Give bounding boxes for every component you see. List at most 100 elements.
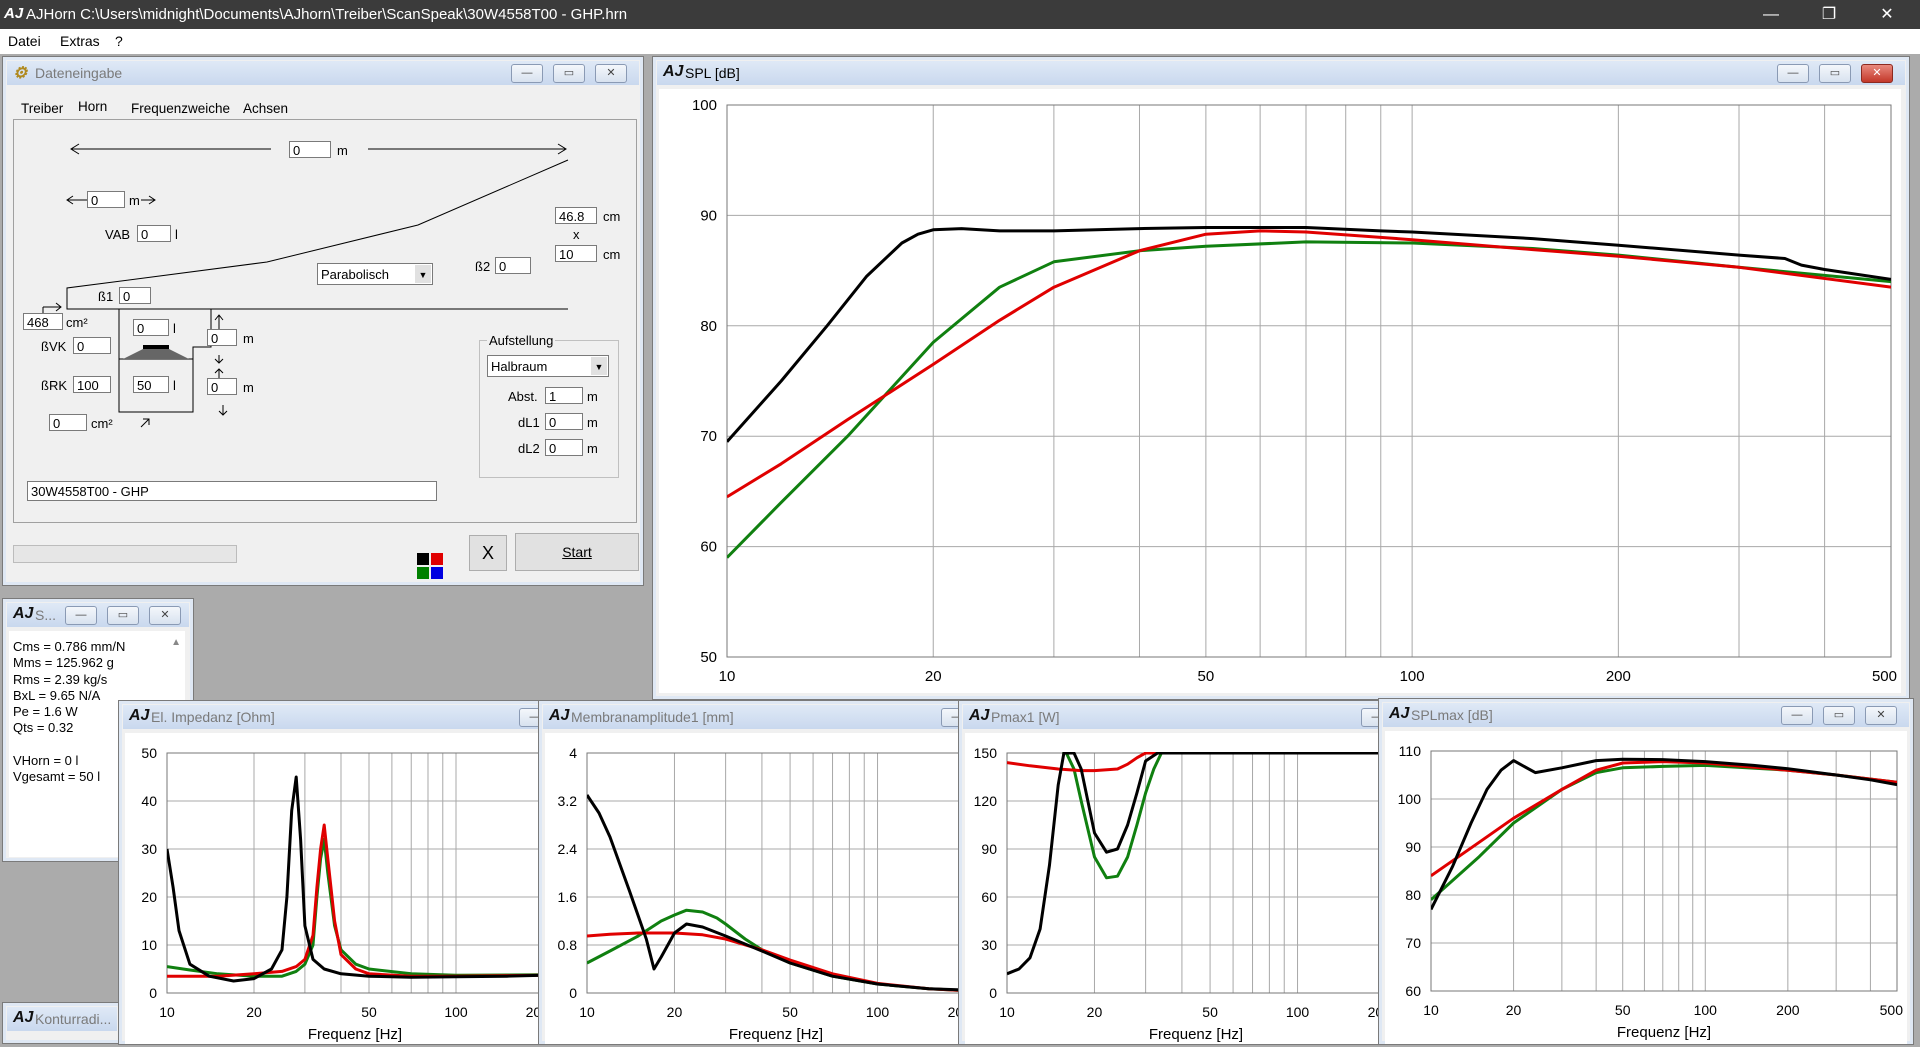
y-tick-label: 40 bbox=[141, 793, 157, 809]
impedance-window-titlebar: AJ El. Impedanz [Ohm] — bbox=[123, 705, 551, 729]
param-line: Cms = 0.786 mm/N bbox=[13, 639, 126, 654]
port-area-input[interactable]: 0 bbox=[49, 414, 87, 431]
chevron-down-icon[interactable]: ▼ bbox=[591, 357, 607, 375]
y-tick-label: 0 bbox=[149, 985, 157, 1001]
bvk-input[interactable]: 0 bbox=[73, 337, 111, 354]
abst-input[interactable]: 1 bbox=[545, 387, 583, 404]
input-window: ⚙ Dateneingabe — ▭ ✕ Treiber Horn Freque… bbox=[2, 56, 644, 586]
x-axis-label: Frequenz [Hz] bbox=[1149, 1026, 1243, 1043]
mouth-width-input[interactable]: 46.8 bbox=[555, 207, 597, 224]
splmax-plot-area: 60 70 80 90 100 110 10 20 50 100 200 500 Frequenz [H… bbox=[1385, 731, 1907, 1044]
y-tick-label: 30 bbox=[141, 841, 157, 857]
dl2-input[interactable]: 0 bbox=[545, 439, 583, 456]
series-line bbox=[1431, 763, 1897, 901]
series-line bbox=[167, 823, 543, 978]
spl-maximize-button[interactable]: ▭ bbox=[1819, 64, 1851, 83]
vrk-unit: l bbox=[173, 378, 176, 393]
param-line: Rms = 2.39 kg/s bbox=[13, 671, 108, 687]
y-tick-label: 50 bbox=[700, 649, 717, 666]
app-title: AJHorn C:\Users\midnight\Documents\AJhor… bbox=[26, 6, 628, 23]
params-maximize-button[interactable]: ▭ bbox=[107, 606, 139, 625]
y-tick-label: 0 bbox=[989, 985, 997, 1001]
vab-input[interactable]: 0 bbox=[137, 225, 171, 242]
y-tick-label: 2.4 bbox=[558, 841, 578, 857]
x-tick-label: 100 bbox=[444, 1004, 468, 1020]
vk-unit: l bbox=[173, 321, 176, 336]
times-sign: x bbox=[573, 227, 580, 242]
brk-label: ßRK bbox=[41, 378, 67, 393]
spl-close-button[interactable]: ✕ bbox=[1861, 64, 1893, 83]
params-close-button[interactable]: ✕ bbox=[149, 606, 181, 625]
spl-minimize-button[interactable]: — bbox=[1777, 64, 1809, 83]
throat-area-input[interactable]: 468 bbox=[23, 313, 63, 330]
start-button[interactable]: Start bbox=[515, 533, 639, 571]
x-tick-label: 50 bbox=[782, 1004, 798, 1020]
x-tick-label: 20 bbox=[1087, 1004, 1103, 1020]
d2-input[interactable]: 0 bbox=[207, 378, 237, 395]
membrane-plot-area: 00.81.62.43.24102050100200Frequenz [Hz] bbox=[545, 733, 971, 1044]
menu-datei[interactable]: Datei bbox=[8, 33, 41, 49]
mouth-height-unit: cm bbox=[603, 247, 621, 262]
contour-window: AJ Konturradi... bbox=[2, 1002, 122, 1044]
pmax-chart: 0306090120150102050100200Frequenz [Hz] bbox=[974, 745, 1392, 1043]
small-length-unit: m bbox=[129, 193, 140, 208]
mouth-height-input[interactable]: 10 bbox=[555, 245, 597, 262]
series-line bbox=[587, 908, 965, 993]
y-tick-label: 60 bbox=[1405, 983, 1421, 999]
b2-input[interactable]: 0 bbox=[495, 257, 531, 274]
y-tick-label: 110 bbox=[1399, 743, 1422, 759]
y-tick-label: 70 bbox=[700, 428, 717, 445]
spl-window: AJ SPL [dB] — ▭ ✕ 50 60 70 80 90 100 10 20 50 100… bbox=[652, 56, 1910, 709]
x-tick-label: 50 bbox=[1198, 668, 1215, 685]
length-input[interactable]: 0 bbox=[289, 141, 331, 158]
splmax-close-button[interactable]: ✕ bbox=[1865, 706, 1897, 725]
mouth-width-unit: cm bbox=[603, 209, 621, 224]
pmax-window-titlebar: AJ Pmax1 [W] — bbox=[963, 705, 1393, 729]
x-axis-label: Frequenz [Hz] bbox=[308, 1026, 402, 1043]
x-tick-label: 100 bbox=[866, 1004, 890, 1020]
setup-value: Halbraum bbox=[491, 359, 548, 374]
y-tick-label: 120 bbox=[974, 793, 998, 809]
vk-input[interactable]: 0 bbox=[133, 319, 169, 336]
menu-extras[interactable]: Extras bbox=[60, 33, 100, 49]
membrane-window-title: Membranamplitude1 [mm] bbox=[571, 709, 734, 725]
b1-input[interactable]: 0 bbox=[119, 287, 151, 304]
chevron-down-icon[interactable]: ▼ bbox=[415, 265, 431, 283]
menu-help[interactable]: ? bbox=[115, 33, 123, 49]
x-axis-label: Frequenz [Hz] bbox=[1617, 1024, 1711, 1041]
setup-group-label: Aufstellung bbox=[487, 333, 556, 348]
plot-frame bbox=[726, 104, 1892, 658]
setup-select[interactable]: Halbraum ▼ bbox=[487, 355, 609, 377]
x-tick-label: 100 bbox=[1286, 1004, 1310, 1020]
x-tick-label: 50 bbox=[1615, 1002, 1631, 1018]
y-tick-label: 80 bbox=[1405, 887, 1421, 903]
small-length-input[interactable]: 0 bbox=[87, 191, 125, 208]
window-close-button[interactable]: ✕ bbox=[1864, 0, 1910, 29]
vrk-input[interactable]: 50 bbox=[133, 376, 169, 393]
x-tick-label: 20 bbox=[246, 1004, 262, 1020]
d1-input[interactable]: 0 bbox=[207, 329, 237, 346]
project-name-input[interactable]: 30W4558T00 - GHP bbox=[27, 481, 437, 501]
app-logo-icon: AJ bbox=[4, 5, 24, 22]
splmax-minimize-button[interactable]: — bbox=[1781, 706, 1813, 725]
window-restore-button[interactable]: ❐ bbox=[1806, 0, 1852, 29]
plot-frame bbox=[1430, 750, 1898, 992]
y-tick-label: 4 bbox=[569, 745, 577, 761]
window-minimize-button[interactable]: — bbox=[1748, 0, 1794, 29]
vab-label: VAB bbox=[105, 227, 131, 242]
series-line bbox=[1431, 760, 1897, 878]
series-line bbox=[167, 837, 543, 978]
y-tick-label: 60 bbox=[700, 539, 717, 556]
cancel-button[interactable]: X bbox=[469, 535, 507, 571]
scroll-up-icon[interactable]: ▲ bbox=[171, 637, 181, 648]
spl-chart: 50 60 70 80 90 100 10 20 50 100 200 500 Frequenz [Hz… bbox=[692, 97, 1897, 709]
flare-select[interactable]: Parabolisch ▼ bbox=[317, 263, 433, 285]
dl1-input[interactable]: 0 bbox=[545, 413, 583, 430]
x-axis-label: Frequenz [Hz] bbox=[1259, 692, 1359, 693]
params-minimize-button[interactable]: — bbox=[65, 606, 97, 625]
app-logo-icon: AJ bbox=[663, 63, 684, 80]
brk-input[interactable]: 100 bbox=[73, 376, 111, 393]
splmax-window-titlebar: AJ SPLmax [dB] — ▭ ✕ bbox=[1383, 703, 1909, 727]
splmax-maximize-button[interactable]: ▭ bbox=[1823, 706, 1855, 725]
x-tick-label: 20 bbox=[925, 668, 942, 685]
